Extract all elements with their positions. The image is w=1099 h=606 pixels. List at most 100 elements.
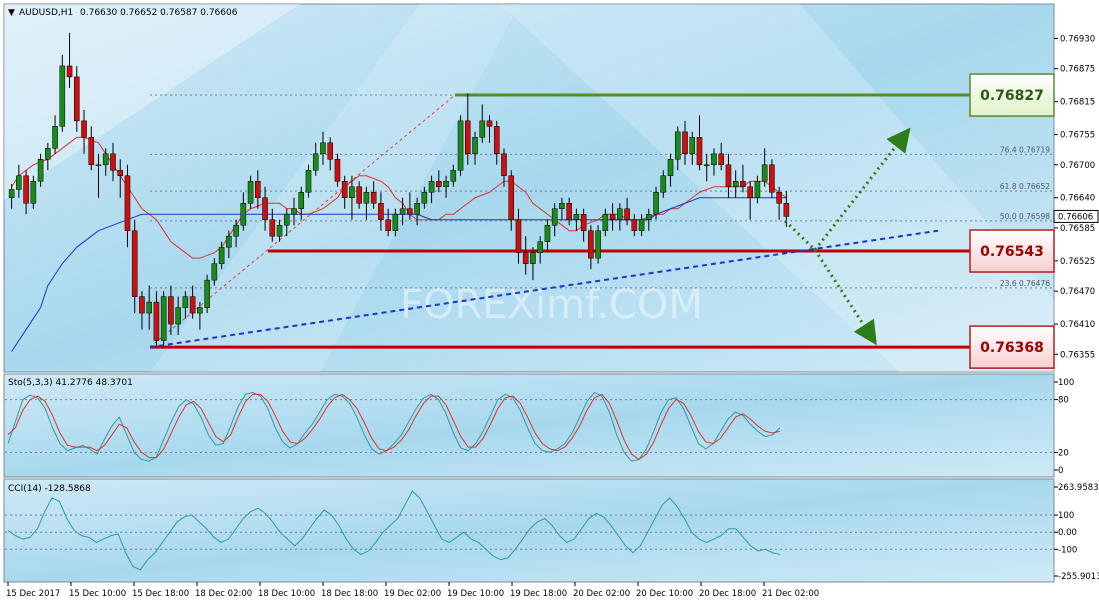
candle-body [298,192,305,209]
candle-body [392,213,399,231]
time-axis-label: 18 Dec 10:00 [258,589,315,599]
candle-body [30,181,37,204]
candle-body [747,186,753,198]
candle-body [74,76,80,122]
candle-body [486,120,493,127]
candle-body [609,213,616,220]
candle-body [530,252,536,264]
candle-body [566,202,572,220]
candle-body [674,131,681,160]
candle-body [363,192,370,204]
candle-body [117,170,124,177]
time-axis-label: 15 Dec 2017 [6,589,60,599]
time-axis-label: 19 Dec 02:00 [384,589,441,599]
candle-body [595,230,601,259]
candle-body [783,202,790,217]
cci-axis-label: -100 [1058,545,1077,555]
stochastic-axis-label: 20 [1058,448,1069,458]
time-axis-label: 15 Dec 18:00 [132,589,189,599]
candle-body [305,170,312,193]
candle-body [370,192,377,204]
price-axis-label: 0.76875 [1060,65,1095,75]
ohlc-header: 0.76630 0.76652 0.76587 0.76606 [80,8,238,18]
candle-body [414,202,420,215]
candle-body [472,137,478,155]
cci-axis-label: -255.9013 [1058,572,1099,582]
stochastic-panel [3,373,1055,478]
candle-body [385,219,391,231]
candle-body [646,213,652,220]
candle-body [247,181,254,204]
candle-body [407,208,413,215]
candle-body [334,159,341,182]
candle-body [139,296,145,314]
cci-axis-label: 263.9583 [1058,483,1099,493]
time-axis-label: 21 Dec 02:00 [762,589,819,599]
price-axis-label: 0.76755 [1060,131,1095,141]
candle-body [660,175,667,193]
time-axis-label: 20 Dec 02:00 [573,589,630,599]
candle-body [197,307,203,314]
time-axis-label: 20 Dec 10:00 [636,589,693,599]
candle-body [436,181,442,188]
cci-axis-label: 100 [1058,511,1074,521]
candle-body [349,186,355,198]
candle-body [559,202,565,209]
candle-body [204,279,210,308]
candle-body [175,307,181,325]
candle-body [131,230,138,297]
candle-body [580,213,587,231]
candle-body [399,208,406,215]
candle-body [52,126,58,149]
chart-canvas: FOREXimf.COM 76.4 0.76719 61.8 0.76652 50.… [3,3,1099,599]
candle-body [522,252,529,264]
candle-body [168,296,174,325]
candle-body [508,175,515,220]
time-axis-label: 19 Dec 10:00 [447,589,504,599]
time-axis-label: 19 Dec 18:00 [510,589,567,599]
candle-body [761,164,768,182]
support-level-box-label: 0.76543 [980,244,1044,260]
candle-body [479,120,486,138]
candle-body [602,213,609,231]
candle-body [465,120,471,155]
candle-body [624,208,630,220]
candle-body [537,241,543,253]
candle-body [160,296,167,341]
candle-body [443,181,449,188]
candle-body [312,153,319,171]
stochastic-title: Sto(5,3,3) 41.2776 48.3701 [8,378,133,388]
candle-body [696,137,703,166]
chart-title-arrow[interactable]: ▼ [8,8,15,18]
candle-body [703,164,710,167]
fibonacci-label: 23.6 0.76476 [1000,279,1050,288]
candle-body [110,153,116,171]
resistance-level-box-label: 0.76827 [980,88,1044,104]
candle-body [501,153,507,177]
candle-body [631,219,638,231]
candle-body [493,126,500,155]
candle-body [682,131,688,155]
candle-body [638,219,645,231]
lower-support-level-box-label: 0.76368 [980,340,1044,356]
price-axis-label: 0.76410 [1060,320,1095,330]
price-axis-label: 0.76700 [1060,161,1095,171]
candle-body [37,159,44,182]
candle-body [356,186,362,204]
price-axis-label: 0.76470 [1060,287,1095,297]
fibonacci-label: 76.4 0.76719 [1000,145,1050,154]
candle-body [421,192,428,204]
candle-body [718,153,724,166]
time-axis-label: 18 Dec 02:00 [195,589,252,599]
candle-body [378,202,384,220]
candle-body [218,246,225,264]
candle-body [255,181,261,198]
candle-body [769,164,775,193]
candle-body [544,224,551,242]
candle-body [146,301,152,314]
candle-body [102,153,109,166]
candle-body [66,65,73,78]
candle-body [262,197,268,220]
candle-body [776,192,782,204]
chart-window: FOREXimf.COM 76.4 0.76719 61.8 0.76652 50.… [0,0,1099,606]
